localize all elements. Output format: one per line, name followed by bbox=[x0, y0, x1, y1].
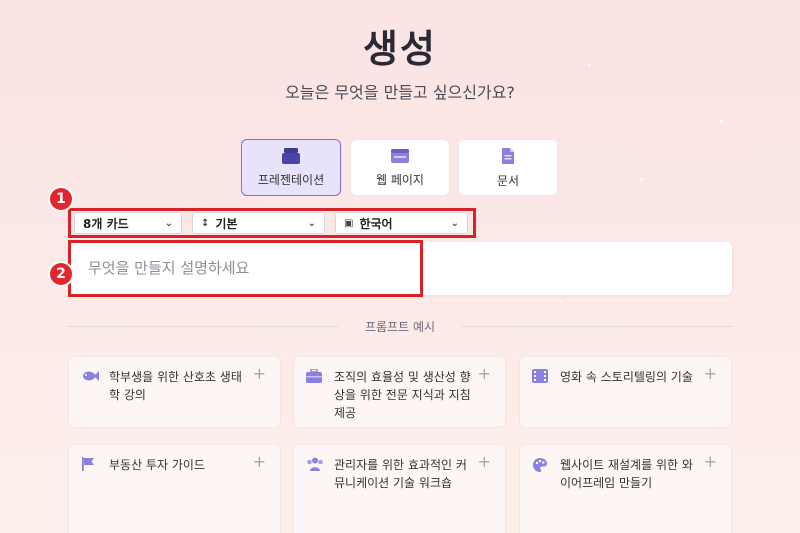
example-card[interactable]: 영화 속 스토리텔링의 기술 + bbox=[519, 356, 732, 428]
people-icon bbox=[307, 457, 323, 471]
plus-icon[interactable]: + bbox=[704, 452, 717, 471]
example-card[interactable]: 부동산 투자 가이드 + bbox=[68, 444, 281, 533]
plus-icon[interactable]: + bbox=[704, 364, 717, 383]
example-card[interactable]: 학부생을 위한 산호초 생태학 강의 + bbox=[68, 356, 281, 428]
page-subtitle: 오늘은 무엇을 만들고 싶으신가요? bbox=[285, 83, 515, 102]
type-card-label: 프레젠테이션 bbox=[257, 172, 325, 187]
example-text: 영화 속 스토리텔링의 기술 bbox=[560, 370, 693, 384]
example-card[interactable]: 웹사이트 재설계를 위한 와이어프레임 만들기 + bbox=[519, 444, 732, 533]
chevron-down-icon: ⌄ bbox=[164, 217, 173, 229]
example-text: 관리자를 위한 효과적인 커뮤니케이션 기술 워크숍 bbox=[334, 458, 467, 490]
chevron-down-icon: ⌄ bbox=[307, 217, 316, 229]
annotation-badge-2: 2 bbox=[50, 263, 72, 285]
annotation-badge-1: 1 bbox=[50, 188, 72, 210]
example-text: 웹사이트 재설계를 위한 와이어프레임 만들기 bbox=[560, 458, 693, 490]
language-value: 한국어 bbox=[359, 216, 393, 231]
fish-icon bbox=[83, 371, 99, 381]
plus-icon[interactable]: + bbox=[478, 364, 491, 383]
sparkle bbox=[720, 120, 723, 123]
language-icon: ▣ bbox=[344, 217, 354, 229]
type-card-document[interactable]: 문서 bbox=[458, 139, 558, 196]
style-dropdown[interactable]: ↕ 기본 ⌄ bbox=[192, 212, 325, 234]
card-count-dropdown[interactable]: 8개 카드 ⌄ bbox=[74, 212, 182, 234]
examples-label: 프롬프트 예시 bbox=[364, 320, 436, 334]
resize-icon: ↕ bbox=[201, 217, 210, 229]
style-value: 기본 bbox=[215, 216, 238, 231]
type-card-web-page[interactable]: 웹 페이지 bbox=[350, 139, 450, 196]
document-icon bbox=[502, 147, 514, 164]
palette-icon bbox=[533, 458, 547, 472]
example-text: 조직의 효율성 및 생산성 향상을 위한 전문 지식과 지침 제공 bbox=[334, 370, 471, 420]
flag-icon bbox=[82, 457, 94, 471]
annotation-box-prompt bbox=[68, 240, 423, 297]
example-text: 부동산 투자 가이드 bbox=[109, 458, 205, 472]
plus-icon[interactable]: + bbox=[253, 364, 266, 383]
sparkle bbox=[640, 178, 643, 181]
type-card-label: 문서 bbox=[496, 173, 520, 188]
plus-icon[interactable]: + bbox=[478, 452, 491, 471]
plus-icon[interactable]: + bbox=[253, 452, 266, 471]
web-page-icon bbox=[391, 148, 409, 163]
film-icon bbox=[532, 369, 548, 383]
chevron-down-icon: ⌄ bbox=[450, 217, 459, 229]
sparkle bbox=[560, 300, 563, 303]
type-card-label: 웹 페이지 bbox=[376, 172, 424, 187]
presentation-icon bbox=[282, 147, 300, 164]
page-title: 생성 bbox=[363, 27, 437, 71]
example-text: 학부생을 위한 산호초 생태학 강의 bbox=[109, 370, 242, 402]
language-dropdown[interactable]: ▣ 한국어 ⌄ bbox=[335, 212, 468, 234]
type-card-presentation[interactable]: 프레젠테이션 bbox=[241, 139, 341, 196]
briefcase-icon bbox=[306, 369, 322, 383]
example-card[interactable]: 조직의 효율성 및 생산성 향상을 위한 전문 지식과 지침 제공 + bbox=[293, 356, 506, 428]
card-count-value: 8개 카드 bbox=[83, 216, 129, 231]
example-card[interactable]: 관리자를 위한 효과적인 커뮤니케이션 기술 워크숍 + bbox=[293, 444, 506, 533]
